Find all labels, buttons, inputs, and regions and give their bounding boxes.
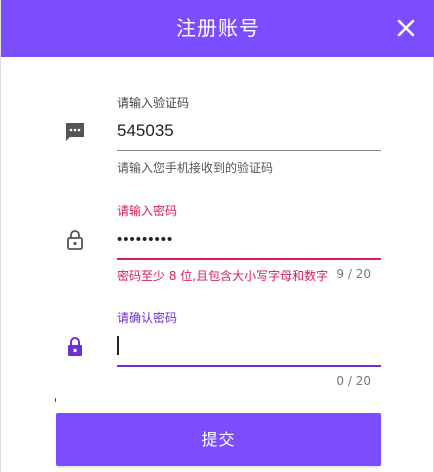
submit-button[interactable]: 提交 [56, 413, 381, 466]
confirm-password-counter: 0 / 20 [336, 374, 371, 388]
dialog-header: 注册账号 [1, 0, 434, 57]
password-counter: 9 / 20 [336, 267, 371, 281]
password-underline [117, 258, 381, 260]
verification-code-underline [117, 150, 381, 151]
text-cursor [117, 336, 119, 355]
confirm-password-label: 请确认密码 [117, 311, 178, 325]
verification-code-helper: 请输入您手机接收到的验证码 [117, 161, 274, 175]
confirm-password-input[interactable] [117, 332, 381, 358]
verification-code-label: 请输入验证码 [117, 96, 190, 110]
close-button[interactable] [395, 17, 417, 39]
sms-icon [66, 123, 84, 141]
password-error-message: 密码至少 8 位,且包含大小写字母和数字 [117, 269, 329, 283]
password-input[interactable]: ••••••••• [117, 227, 381, 253]
register-dialog: 注册账号 请输入验证码 请输入您手机接收到的验证码 请输入密码 ••••••••… [0, 0, 434, 472]
divider-mark [55, 398, 56, 402]
lock-outline-icon [67, 230, 83, 250]
verification-code-input[interactable] [117, 118, 381, 144]
password-label: 请输入密码 [117, 204, 178, 218]
dialog-title: 注册账号 [176, 16, 260, 40]
confirm-password-underline [117, 365, 381, 367]
lock-filled-icon [68, 337, 82, 356]
close-icon [397, 19, 415, 37]
